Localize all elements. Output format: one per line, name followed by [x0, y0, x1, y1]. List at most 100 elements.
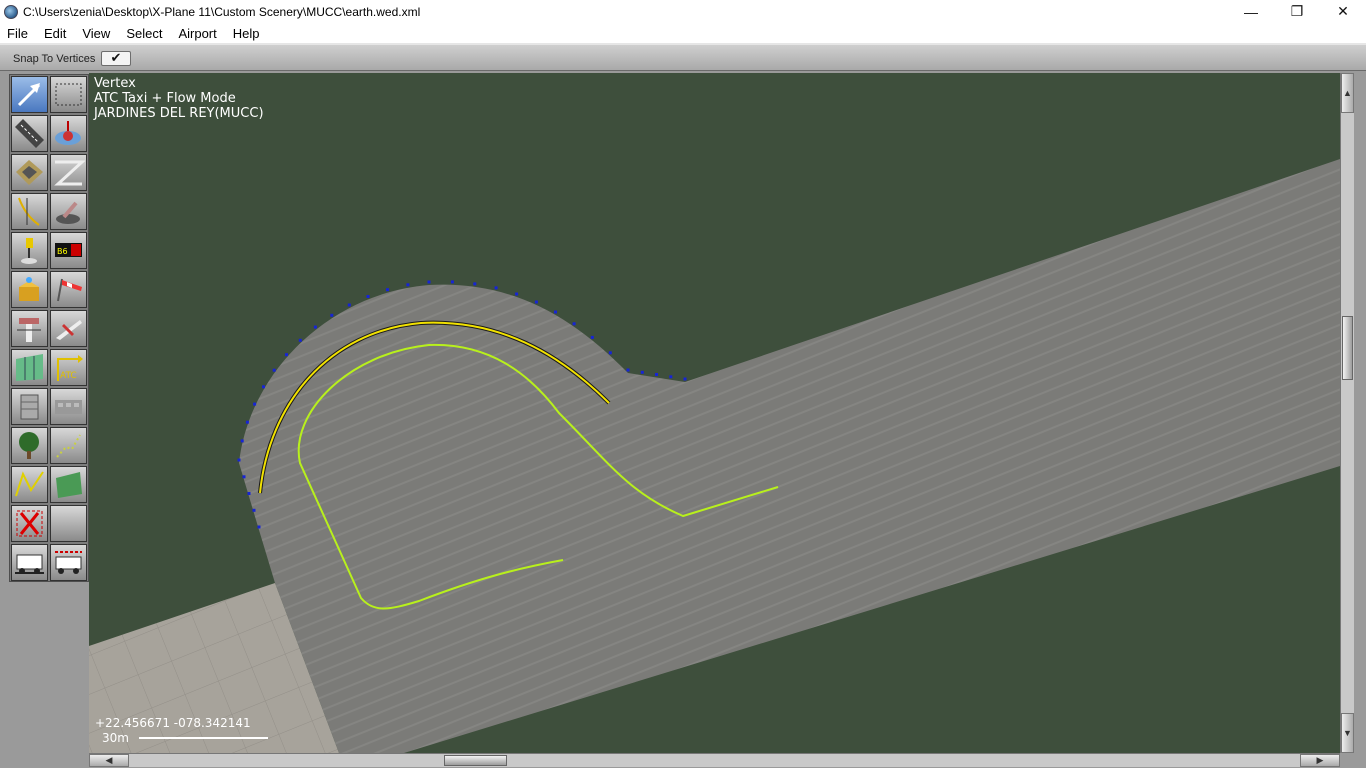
truck-parking-icon — [15, 554, 44, 574]
vertex-handle[interactable] — [494, 286, 498, 290]
vertex-handle[interactable] — [640, 370, 644, 374]
snap-to-vertices-label: Snap To Vertices — [13, 53, 96, 65]
map-scene[interactable] — [89, 73, 1340, 753]
horizontal-scroll-thumb[interactable] — [444, 755, 507, 766]
tool-exclusion[interactable] — [11, 505, 48, 542]
scroll-up-arrow-icon[interactable]: ▲ — [1341, 73, 1354, 113]
vertex-handle[interactable] — [572, 322, 576, 326]
vertex-handle[interactable] — [245, 420, 249, 424]
scale-bar — [139, 737, 268, 739]
tool-tower[interactable] — [11, 310, 48, 347]
tool-taxiway[interactable] — [11, 154, 48, 191]
tool-helipad[interactable] — [50, 115, 87, 152]
close-button[interactable]: ✕ — [1320, 0, 1366, 23]
blank-tool-icon — [52, 507, 85, 540]
vertex-handle[interactable] — [347, 303, 351, 307]
airport-label: JARDINES DEL REY(MUCC) — [94, 106, 264, 121]
tool-boundary[interactable] — [50, 193, 87, 230]
tool-truck-destination[interactable] — [50, 544, 87, 581]
tool-object-building[interactable] — [50, 388, 87, 425]
tool-atc[interactable]: ATC — [50, 349, 87, 386]
window-title: C:\Users\zenia\Desktop\X-Plane 11\Custom… — [23, 4, 421, 19]
tool-forest-points[interactable] — [50, 427, 87, 464]
vertex-handle[interactable] — [237, 458, 241, 462]
windsock-icon — [57, 278, 82, 302]
title-bar: C:\Users\zenia\Desktop\X-Plane 11\Custom… — [0, 0, 1366, 23]
vertex-handle[interactable] — [285, 353, 288, 357]
vertex-handle[interactable] — [655, 373, 658, 376]
vertex-handle[interactable] — [330, 313, 334, 317]
tool-facade[interactable] — [11, 349, 48, 386]
vertex-handle[interactable] — [590, 335, 594, 339]
tool-vertex[interactable] — [11, 76, 48, 113]
scroll-left-arrow-icon[interactable]: ◀ — [89, 754, 129, 767]
menu-airport[interactable]: Airport — [170, 26, 224, 41]
tool-truck-parking[interactable] — [11, 544, 48, 581]
vertex-handle[interactable] — [252, 508, 256, 512]
taxilines-icon — [18, 197, 40, 226]
tool-taxilines[interactable] — [11, 193, 48, 230]
vertex-handle[interactable] — [406, 283, 410, 287]
menu-edit[interactable]: Edit — [36, 26, 74, 41]
vertex-handle[interactable] — [313, 325, 317, 329]
horizontal-scrollbar[interactable]: ◀ ▶ — [89, 753, 1340, 767]
menu-help[interactable]: Help — [225, 26, 268, 41]
forest-icon — [19, 432, 39, 459]
scroll-down-arrow-icon[interactable]: ▼ — [1341, 713, 1354, 753]
marquee-select-icon — [55, 83, 82, 106]
menu-view[interactable]: View — [74, 26, 118, 41]
vertex-handle[interactable] — [272, 368, 276, 372]
menu-bar: File Edit View Select Airport Help — [0, 23, 1366, 43]
vertical-scrollbar[interactable]: ▲ ▼ — [1340, 73, 1354, 753]
tool-hole[interactable] — [50, 154, 87, 191]
tool-polygon[interactable] — [50, 466, 87, 503]
tool-forest[interactable] — [11, 427, 48, 464]
helipad-icon — [55, 121, 81, 145]
vertex-handle[interactable] — [253, 402, 257, 406]
vertex-handle[interactable] — [626, 368, 630, 372]
tool-line[interactable] — [11, 466, 48, 503]
vertex-handle[interactable] — [554, 310, 557, 314]
tool-marquee[interactable] — [50, 76, 87, 113]
tool-light[interactable] — [11, 232, 48, 269]
menu-select[interactable]: Select — [118, 26, 170, 41]
tool-blank[interactable] — [50, 505, 87, 542]
vertex-handle[interactable] — [298, 338, 302, 342]
vertex-handle[interactable] — [515, 292, 519, 296]
tool-windsock[interactable] — [50, 271, 87, 308]
scroll-right-arrow-icon[interactable]: ▶ — [1300, 754, 1340, 767]
vertex-handle[interactable] — [386, 288, 389, 292]
tool-name-label: Vertex — [94, 76, 136, 91]
tool-ramp-start[interactable] — [50, 310, 87, 347]
restore-button[interactable]: ❐ — [1274, 0, 1320, 23]
svg-text:ATC: ATC — [60, 371, 77, 381]
vertex-handle[interactable] — [257, 525, 261, 529]
minimize-button[interactable]: — — [1228, 0, 1274, 23]
tool-sign[interactable]: B6 — [50, 232, 87, 269]
vertex-handle[interactable] — [669, 375, 673, 379]
tool-object[interactable] — [11, 388, 48, 425]
vertical-scroll-thumb[interactable] — [1342, 316, 1353, 380]
vertex-handle[interactable] — [366, 295, 370, 298]
vertex-handle[interactable] — [450, 280, 454, 284]
taxiway-icon — [16, 160, 43, 185]
tower-viewpoint-icon — [17, 318, 41, 342]
vertex-handle[interactable] — [247, 492, 251, 495]
truck-destination-icon — [55, 551, 82, 574]
vertex-handle[interactable] — [683, 377, 687, 381]
vertex-handle[interactable] — [608, 351, 612, 355]
vertex-handle[interactable] — [427, 280, 431, 284]
tool-runway[interactable] — [11, 115, 48, 152]
snap-to-vertices-checkbox[interactable]: ✔ — [101, 51, 131, 66]
vertex-handle[interactable] — [473, 282, 477, 286]
vertex-handle[interactable] — [534, 300, 538, 304]
vertex-handle[interactable] — [242, 475, 246, 479]
menu-file[interactable]: File — [0, 26, 36, 41]
taxi-sign-icon: B6 — [55, 243, 82, 257]
vertex-handle[interactable] — [240, 439, 244, 443]
hole-icon — [54, 160, 85, 186]
map-viewport[interactable]: Vertex ATC Taxi + Flow Mode JARDINES DEL… — [89, 73, 1340, 753]
facade-icon — [16, 354, 43, 381]
tool-beacon[interactable] — [11, 271, 48, 308]
vertex-handle[interactable] — [262, 385, 265, 389]
